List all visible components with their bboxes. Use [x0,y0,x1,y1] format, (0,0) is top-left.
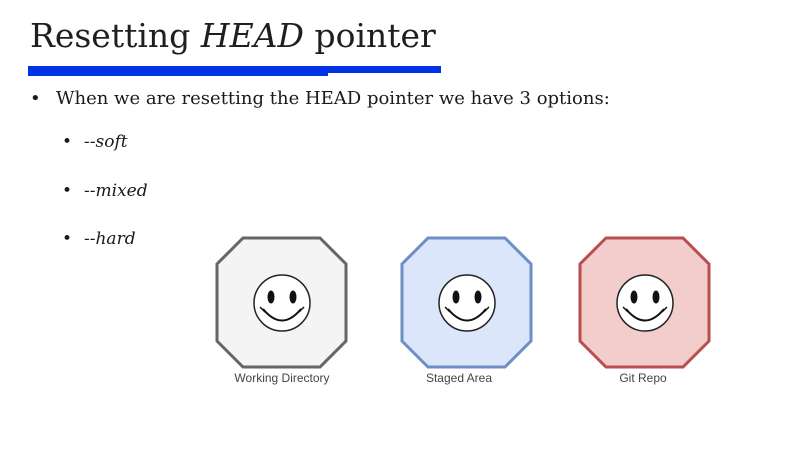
smiley-icon [438,274,496,332]
stage-working-directory: Working Directory [215,236,348,385]
stage-staged-area: Staged Area [400,236,533,385]
smiley-icon [253,274,311,332]
stage-git-repo: Git Repo [578,236,711,385]
smiley-icon [616,274,674,332]
stage-label: Git Repo [619,371,667,385]
stages-diagram: Working Directory Staged Area Git Repo [215,236,711,385]
slide: Resetting HEAD pointer • When we are res… [0,0,800,450]
stage-label: Working Directory [234,371,329,385]
stage-label: Staged Area [426,371,492,385]
